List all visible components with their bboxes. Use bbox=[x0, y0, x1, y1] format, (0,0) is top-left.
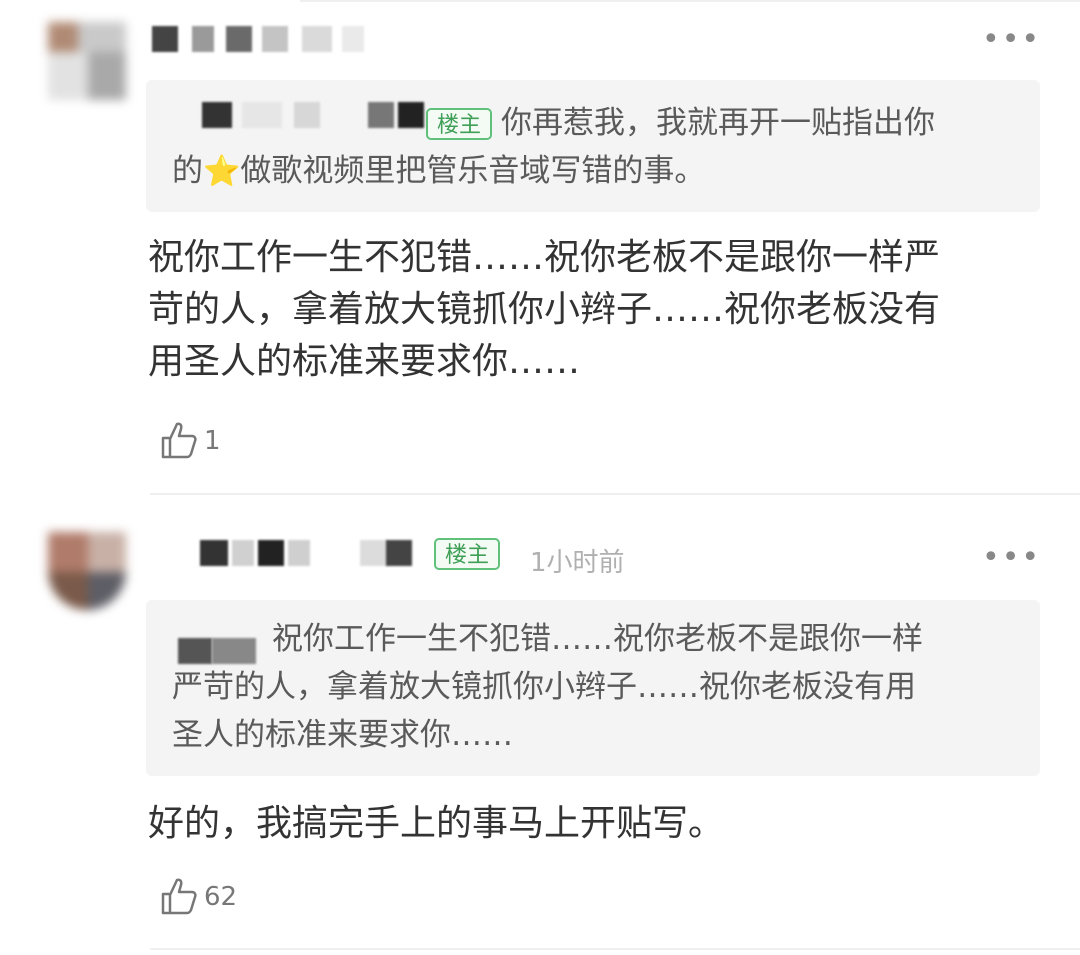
comment-divider bbox=[150, 493, 1080, 495]
comment-line: 好的，我搞完手上的事马上开贴写。 bbox=[148, 803, 725, 844]
quoted-username-redacted bbox=[178, 638, 268, 666]
comment-line: 用圣人的标准来要求你…… bbox=[148, 341, 581, 382]
username-redacted[interactable] bbox=[152, 26, 372, 54]
quote-line: 圣人的标准来要求你…… bbox=[172, 717, 513, 753]
quote-line: 你再惹我，我就再开一贴指出你 bbox=[501, 105, 935, 141]
thumbs-up-icon bbox=[161, 422, 197, 459]
comment-item: 楼主 1小时前 ••• 祝你工作一生不犯错……祝你老板不是跟你一样 严苛的人，拿… bbox=[0, 500, 1080, 955]
comment-body: 好的，我搞完手上的事马上开贴写。 bbox=[148, 798, 724, 850]
comment-line: 祝你工作一生不犯错……祝你老板不是跟你一样严 bbox=[148, 237, 941, 278]
username-redacted[interactable] bbox=[200, 540, 420, 568]
like-count: 1 bbox=[204, 426, 221, 456]
quoted-reply: 祝你工作一生不犯错……祝你老板不是跟你一样 严苛的人，拿着放大镜抓你小辫子……祝… bbox=[146, 600, 1040, 776]
star-emoji-icon: ⭐ bbox=[203, 154, 241, 189]
quote-line: 祝你工作一生不犯错……祝你老板不是跟你一样 bbox=[272, 621, 923, 657]
more-icon[interactable]: ••• bbox=[982, 25, 1041, 55]
like-button[interactable]: 62 bbox=[160, 876, 260, 916]
quoted-reply: 楼主 你再惹我，我就再开一贴指出你 的⭐做歌视频里把管乐音域写错的事。 bbox=[146, 80, 1040, 212]
timestamp: 1小时前 bbox=[530, 548, 625, 578]
quote-line: 的⭐做歌视频里把管乐音域写错的事。 bbox=[172, 148, 705, 195]
op-badge: 楼主 bbox=[434, 538, 501, 570]
avatar[interactable] bbox=[48, 532, 126, 610]
quote-text-fragment: 的 bbox=[172, 153, 203, 189]
op-badge: 楼主 bbox=[426, 108, 493, 140]
comment-body: 祝你工作一生不犯错……祝你老板不是跟你一样严 苛的人，拿着放大镜抓你小辫子……祝… bbox=[148, 232, 940, 388]
quote-text-fragment: 做歌视频里把管乐音域写错的事。 bbox=[240, 153, 706, 189]
quoted-username-redacted bbox=[202, 102, 452, 130]
quote-line: 严苛的人，拿着放大镜抓你小辫子……祝你老板没有用 bbox=[172, 669, 916, 705]
thumbs-up-icon bbox=[161, 878, 197, 915]
comment-item: ••• 楼主 你再惹我，我就再开一贴指出你 的⭐做歌视频里把管乐音域写错的事。 … bbox=[0, 0, 1080, 490]
like-button[interactable]: 1 bbox=[160, 420, 240, 460]
comment-divider bbox=[150, 948, 1080, 950]
like-count: 62 bbox=[204, 882, 238, 912]
more-icon[interactable]: ••• bbox=[982, 543, 1041, 573]
comment-line: 苛的人，拿着放大镜抓你小辫子……祝你老板没有 bbox=[148, 289, 941, 330]
avatar[interactable] bbox=[48, 22, 126, 100]
